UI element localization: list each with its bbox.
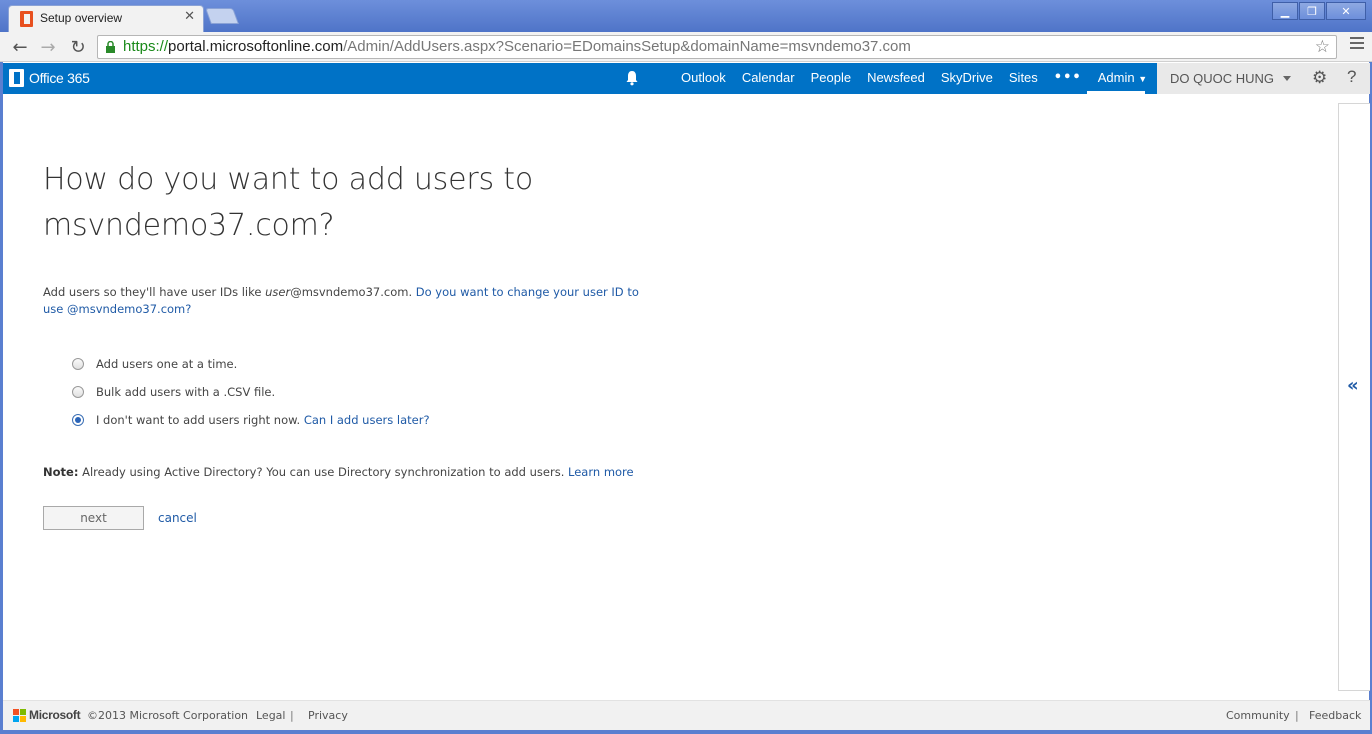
- footer-separator: |: [1295, 709, 1299, 722]
- browser-menu-icon[interactable]: [1350, 37, 1364, 51]
- nav-outlook[interactable]: Outlook: [681, 70, 726, 85]
- office-logo-icon: [9, 69, 24, 87]
- browser-tab[interactable]: Setup overview ✕: [8, 5, 204, 32]
- window-frame-left: [0, 62, 3, 734]
- nav-people[interactable]: People: [811, 70, 851, 85]
- window-close-icon[interactable]: ✕: [1326, 2, 1366, 20]
- expand-panel-icon[interactable]: «: [1347, 375, 1359, 396]
- privacy-link[interactable]: Privacy: [308, 709, 348, 722]
- window-controls: ▁ ❐ ✕: [1272, 2, 1366, 20]
- notification-bell-icon[interactable]: [625, 70, 639, 86]
- cancel-link[interactable]: cancel: [158, 511, 197, 525]
- reload-icon[interactable]: ↻: [67, 36, 89, 58]
- bookmark-star-icon[interactable]: ☆: [1315, 37, 1330, 57]
- nav-sites[interactable]: Sites: [1009, 70, 1038, 85]
- radio-not-now[interactable]: [72, 414, 84, 426]
- help-icon[interactable]: ?: [1347, 67, 1356, 87]
- microsoft-logo-icon: [13, 709, 26, 722]
- admin-caret-icon: ▼: [1138, 74, 1148, 84]
- radio-one-at-a-time[interactable]: [72, 358, 84, 370]
- browser-toolbar: ← → ↻ https://portal.microsoftonline.com…: [0, 32, 1372, 62]
- option-one-at-a-time[interactable]: Add users one at a time.: [72, 350, 430, 378]
- office-favicon-icon: [20, 11, 33, 27]
- back-icon[interactable]: ←: [9, 36, 31, 58]
- new-tab-button[interactable]: [205, 8, 239, 24]
- tab-title: Setup overview: [40, 11, 123, 25]
- settings-gear-icon[interactable]: ⚙: [1312, 68, 1327, 88]
- microsoft-brand: Microsoft: [29, 708, 81, 722]
- lock-icon: [106, 41, 115, 53]
- page-footer: Microsoft ©2013 Microsoft Corporation Le…: [3, 700, 1370, 730]
- page-title: How do you want to add users to msvndemo3…: [43, 162, 533, 243]
- feedback-link[interactable]: Feedback: [1309, 709, 1361, 722]
- minimize-icon[interactable]: ▁: [1272, 2, 1298, 20]
- footer-separator: |: [290, 709, 294, 722]
- nav-newsfeed[interactable]: Newsfeed: [867, 70, 925, 85]
- url-text: https://portal.microsoftonline.com/Admin…: [123, 38, 911, 55]
- option-bulk-csv[interactable]: Bulk add users with a .CSV file.: [72, 378, 430, 406]
- browser-titlebar: Setup overview ✕ ▁ ❐ ✕: [0, 0, 1372, 32]
- user-menu[interactable]: DO QUOC HUNG ⚙ ?: [1157, 63, 1370, 94]
- office365-navbar: Office 365 Outlook Calendar People Newsf…: [3, 63, 1370, 94]
- copyright: ©2013 Microsoft Corporation: [87, 709, 249, 722]
- user-name: DO QUOC HUNG: [1170, 71, 1274, 86]
- community-link[interactable]: Community: [1226, 709, 1290, 722]
- address-bar[interactable]: https://portal.microsoftonline.com/Admin…: [97, 35, 1337, 59]
- radio-bulk-csv[interactable]: [72, 386, 84, 398]
- nav-skydrive[interactable]: SkyDrive: [941, 70, 993, 85]
- add-users-options: Add users one at a time. Bulk add users …: [72, 350, 430, 434]
- tab-close-icon[interactable]: ✕: [184, 9, 195, 24]
- side-panel-collapsed: «: [1338, 103, 1370, 691]
- admin-selected-indicator: [1087, 91, 1145, 94]
- nav-admin[interactable]: Admin ▼: [1098, 70, 1147, 85]
- more-apps-icon[interactable]: •••: [1054, 70, 1082, 85]
- app-nav: Outlook Calendar People Newsfeed SkyDriv…: [681, 70, 1147, 85]
- intro-text: Add users so they'll have user IDs like …: [43, 285, 639, 316]
- option-not-now[interactable]: I don't want to add users right now. Can…: [72, 406, 430, 434]
- forward-icon[interactable]: →: [37, 36, 59, 58]
- add-users-later-link[interactable]: Can I add users later?: [304, 413, 430, 427]
- restore-icon[interactable]: ❐: [1299, 2, 1325, 20]
- directory-sync-note: Note: Already using Active Directory? Yo…: [43, 465, 634, 479]
- next-button[interactable]: next: [43, 506, 144, 530]
- nav-calendar[interactable]: Calendar: [742, 70, 795, 85]
- window-frame-bottom: [0, 730, 1372, 734]
- office365-logo[interactable]: Office 365: [9, 69, 90, 87]
- user-caret-icon: [1283, 76, 1291, 81]
- legal-link[interactable]: Legal: [256, 709, 285, 722]
- learn-more-link[interactable]: Learn more: [568, 465, 634, 479]
